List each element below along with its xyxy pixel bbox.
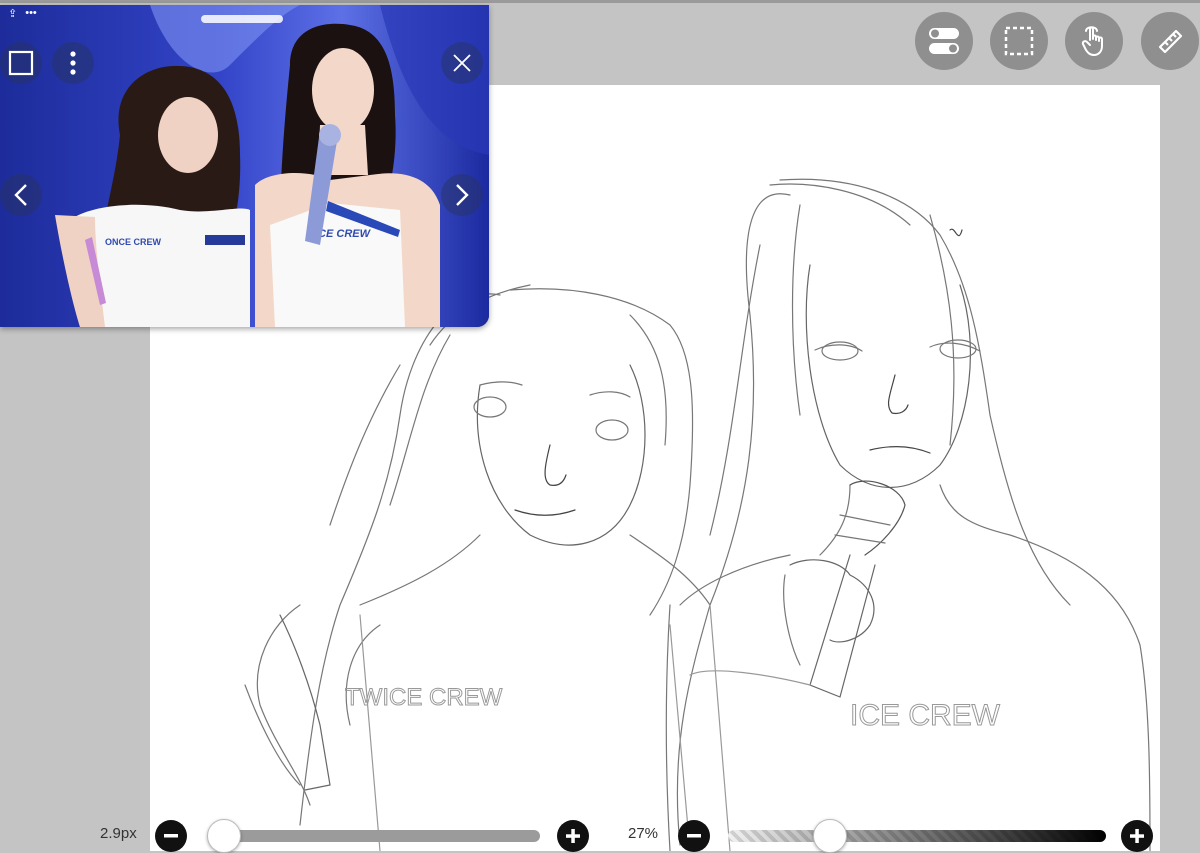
brush-size-increase-button[interactable] — [557, 820, 589, 852]
plus-icon — [566, 829, 580, 843]
opacity-decrease-button[interactable] — [678, 820, 710, 852]
reference-image-window[interactable]: ONCE CREW ICE CREW ⇪ ••• — [0, 5, 489, 327]
ruler-icon — [1158, 29, 1183, 54]
sketch-shirt-text-left: TWICE CREW — [345, 684, 503, 711]
opacity-label: 27% — [628, 825, 659, 842]
system-icons: ⇪ ••• — [8, 7, 37, 20]
top-edge-line — [0, 0, 1200, 3]
close-icon — [453, 54, 471, 72]
previous-image-button[interactable] — [0, 174, 42, 216]
vertical-dots-icon — [70, 51, 76, 75]
more-dots-icon[interactable]: ••• — [25, 7, 37, 20]
chevron-left-icon — [14, 184, 27, 206]
toggle-button[interactable] — [915, 12, 973, 70]
photo-shirt-text-left: ONCE CREW — [105, 237, 162, 247]
fit-window-button[interactable] — [0, 42, 42, 84]
window-drag-handle[interactable] — [201, 15, 283, 23]
gesture-button[interactable] — [1065, 12, 1123, 70]
opacity-increase-button[interactable] — [1121, 820, 1153, 852]
brush-size-decrease-button[interactable] — [155, 820, 187, 852]
square-icon — [8, 50, 34, 76]
selection-icon — [1004, 26, 1034, 56]
sketch-shirt-text-right: ICE CREW — [850, 699, 1001, 732]
selection-button[interactable] — [990, 12, 1048, 70]
share-icon[interactable]: ⇪ — [8, 7, 17, 20]
top-toolbar — [900, 12, 1200, 72]
next-image-button[interactable] — [441, 174, 483, 216]
minus-icon — [687, 834, 701, 838]
ruler-button[interactable] — [1141, 12, 1199, 70]
opacity-slider[interactable] — [728, 830, 1106, 842]
opacity-slider-thumb[interactable] — [813, 819, 848, 853]
plus-icon — [1130, 829, 1144, 843]
brush-size-slider[interactable] — [210, 830, 540, 842]
close-button[interactable] — [441, 42, 483, 84]
toggle-icon — [929, 28, 959, 54]
hand-gesture-icon — [1081, 26, 1103, 56]
brush-size-label: 2.9px — [100, 825, 137, 842]
minus-icon — [164, 834, 178, 838]
photo-shirt-text-right: ICE CREW — [315, 228, 372, 240]
chevron-right-icon — [456, 184, 469, 206]
options-button[interactable] — [52, 42, 94, 84]
bottom-slider-bar: 2.9px 27% — [0, 812, 1200, 853]
brush-size-slider-thumb[interactable] — [206, 819, 241, 853]
